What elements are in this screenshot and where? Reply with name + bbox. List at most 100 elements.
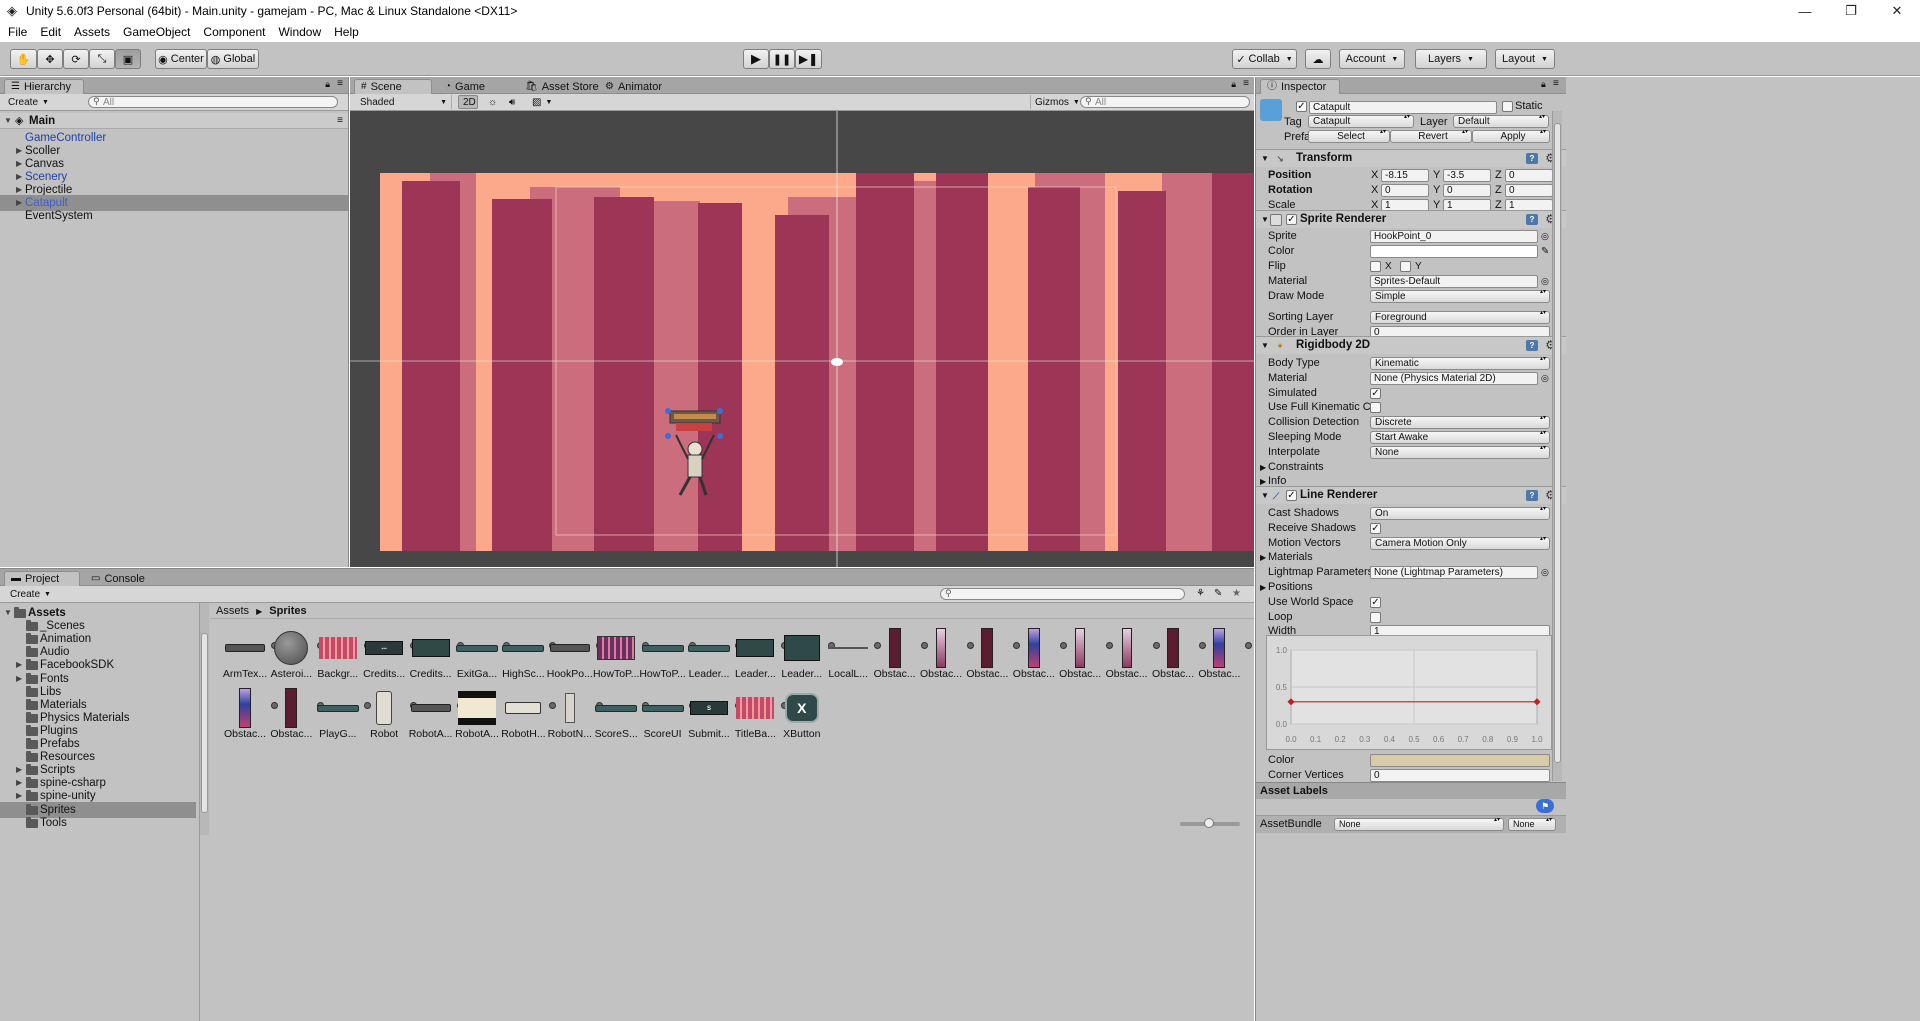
menu-component[interactable]: Component [203, 25, 265, 39]
line-renderer-checkbox[interactable]: ✓ [1370, 522, 1381, 534]
panel-menu-icon[interactable]: ≡ [1243, 78, 1249, 89]
sprite-renderer-dropdown[interactable]: Simple [1370, 289, 1550, 303]
component-enabled-checkbox[interactable]: ✓ [1286, 214, 1297, 225]
menu-edit[interactable]: Edit [40, 25, 61, 39]
layer-dropdown[interactable]: Default [1453, 114, 1549, 128]
sprite-renderer-header[interactable]: ▼ ✓ Sprite Renderer ? ⚙ [1256, 210, 1566, 228]
object-picker-icon[interactable]: ◎ [1541, 371, 1549, 386]
component-enabled-checkbox[interactable]: ✓ [1286, 490, 1297, 501]
folder-item[interactable]: Tools [0, 815, 196, 831]
transform-rotation-x-field[interactable]: 0 [1381, 184, 1429, 197]
object-picker-icon[interactable]: ◎ [1541, 565, 1549, 580]
help-icon[interactable]: ? [1526, 490, 1538, 501]
scene-viewport[interactable] [350, 111, 1254, 567]
fold-arrow-icon[interactable]: ▶ [1260, 460, 1266, 475]
object-name-field[interactable]: Catapult [1309, 101, 1497, 114]
transform-position-y-field[interactable]: -3.5 [1443, 169, 1491, 182]
rect-tool-button[interactable]: ▣ [115, 49, 141, 69]
2d-mode-toggle[interactable]: 2D [458, 95, 478, 109]
tab-game[interactable]: ◔ Game [438, 79, 504, 94]
width-curve-editor[interactable]: 1.0 0.5 0.0 0.0 0.1 0.2 0.3 0.4 0.5 0.6 0.7 0.8 0.9 1… [1266, 635, 1552, 750]
slider-handle[interactable] [1204, 818, 1214, 828]
eyedropper-icon[interactable]: ✎ [1541, 244, 1549, 259]
line-renderer-object-field[interactable]: None (Lightmap Parameters) [1370, 566, 1538, 580]
move-tool-button[interactable]: ✥ [37, 49, 63, 69]
play-button[interactable]: ▶ [743, 49, 769, 69]
prefab-select-button[interactable]: Select [1308, 129, 1390, 143]
scene-menu-icon[interactable]: ≡ [337, 113, 343, 129]
layers-dropdown[interactable]: Layers ▼ [1415, 49, 1487, 69]
help-icon[interactable]: ? [1526, 340, 1538, 351]
favorite-star-icon[interactable]: ★ [1232, 588, 1241, 599]
flip-x-checkbox[interactable] [1370, 261, 1381, 272]
line-renderer-value-field[interactable]: 0 [1370, 768, 1550, 782]
hierarchy-item[interactable]: EventSystem [0, 208, 348, 224]
maximize-button[interactable]: ❐ [1828, 0, 1874, 22]
menu-gameobject[interactable]: GameObject [123, 25, 190, 39]
line-renderer-header[interactable]: ▼ ⟋ ✓ Line Renderer ? ⚙ [1256, 486, 1566, 504]
scene-root-row[interactable]: ▼ ◈ Main ≡ [0, 113, 348, 129]
project-create-dropdown[interactable]: Create ▼ [6, 587, 55, 601]
tab-inspector[interactable]: ⓘ Inspector [1260, 79, 1340, 94]
lock-icon[interactable]: 🔒︎ [325, 79, 330, 90]
rigidbody-dropdown[interactable]: None [1370, 445, 1550, 459]
account-dropdown[interactable]: Account ▼ [1339, 49, 1405, 69]
folder-scrollbar[interactable] [199, 603, 209, 835]
fold-arrow-icon[interactable]: ▼ [1261, 211, 1269, 228]
tab-hierarchy[interactable]: ☰ Hierarchy [4, 79, 84, 94]
transform-header[interactable]: ▼ ↘ Transform ? ⚙ [1256, 149, 1566, 167]
pivot-global-button[interactable]: ◍ Global [207, 49, 259, 69]
breadcrumb-sprites[interactable]: Sprites [269, 605, 306, 617]
scrollbar-thumb[interactable] [201, 633, 208, 813]
panel-menu-icon[interactable]: ≡ [337, 78, 343, 89]
flip-y-checkbox[interactable] [1400, 261, 1411, 272]
prefab-revert-button[interactable]: Revert [1390, 129, 1472, 143]
cloud-button[interactable]: ☁ [1305, 49, 1331, 69]
tab-animator[interactable]: ⚙ Animator [598, 79, 678, 94]
expand-arrow-icon[interactable]: ▼ [4, 113, 14, 129]
lock-icon[interactable]: 🔒︎ [1541, 79, 1546, 90]
menu-help[interactable]: Help [334, 25, 359, 39]
lock-icon[interactable]: 🔒︎ [1231, 79, 1236, 90]
rigidbody-dropdown[interactable]: Discrete [1370, 415, 1550, 430]
lighting-toggle[interactable]: ☼ [484, 95, 501, 109]
prefab-apply-button[interactable]: Apply [1472, 129, 1550, 143]
tab-scene[interactable]: # Scene [354, 79, 432, 94]
hierarchy-create-dropdown[interactable]: Create ▼ [4, 95, 53, 109]
line-renderer-checkbox[interactable] [1370, 611, 1381, 623]
fold-arrow-icon[interactable]: ▶ [1260, 550, 1266, 565]
transform-rotation-y-field[interactable]: 0 [1443, 184, 1491, 197]
transform-position-z-field[interactable]: 0 [1505, 169, 1553, 182]
expand-sprite-icon[interactable] [1245, 642, 1253, 649]
hierarchy-search-input[interactable]: ⚲ All [88, 96, 338, 108]
gradient-field[interactable] [1370, 754, 1550, 767]
rigidbody-checkbox[interactable] [1370, 402, 1381, 414]
minimize-button[interactable]: — [1782, 0, 1828, 22]
inspector-scrollbar[interactable] [1552, 111, 1562, 781]
rigidbody-checkbox[interactable]: ✓ [1370, 387, 1381, 399]
fold-arrow-icon[interactable]: ▼ [1261, 150, 1269, 167]
breadcrumb-assets[interactable]: Assets [216, 605, 249, 617]
rotate-tool-button[interactable]: ⟳ [63, 49, 89, 69]
active-checkbox[interactable]: ✓ [1296, 101, 1307, 112]
rigidbody-dropdown[interactable]: Start Awake [1370, 430, 1550, 444]
tag-icon[interactable]: ⚑ [1536, 799, 1554, 813]
tab-asset-store[interactable]: 🛍︎ Asset Store [518, 79, 610, 94]
sprite-renderer-dropdown[interactable]: Foreground [1370, 310, 1550, 324]
pause-button[interactable]: ❚❚ [769, 49, 795, 69]
gizmos-dropdown[interactable]: Gizmos ▼ [1030, 95, 1084, 109]
rigidbody-dropdown[interactable]: Kinematic [1370, 356, 1550, 370]
layout-dropdown[interactable]: Layout ▼ [1495, 49, 1555, 69]
color-swatch[interactable] [1370, 245, 1538, 258]
line-renderer-checkbox[interactable]: ✓ [1370, 596, 1381, 608]
close-button[interactable]: ✕ [1874, 0, 1920, 22]
menu-window[interactable]: Window [278, 25, 321, 39]
asset-item[interactable]: X XButton [775, 683, 829, 743]
transform-position-x-field[interactable]: -8.15 [1381, 169, 1429, 182]
line-renderer-dropdown[interactable]: Camera Motion Only [1370, 536, 1550, 550]
help-icon[interactable]: ? [1526, 153, 1538, 164]
line-renderer-dropdown[interactable]: On [1370, 506, 1550, 520]
help-icon[interactable]: ? [1526, 214, 1538, 225]
rigidbody-object-field[interactable]: None (Physics Material 2D) [1370, 371, 1538, 385]
scene-search-input[interactable]: ⚲ All [1080, 96, 1250, 108]
